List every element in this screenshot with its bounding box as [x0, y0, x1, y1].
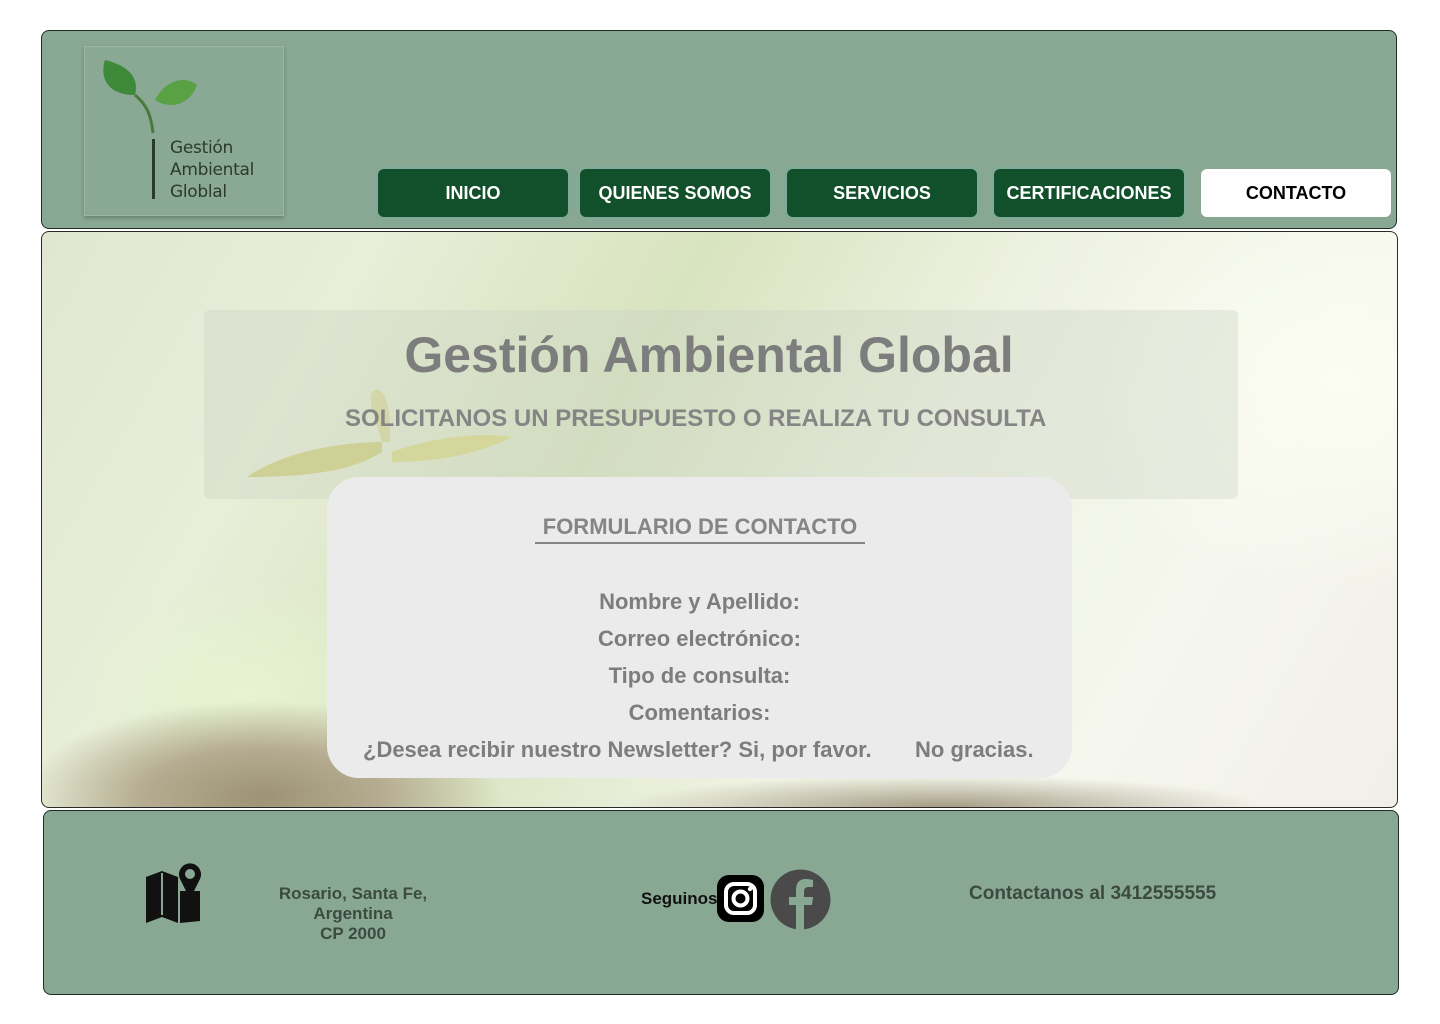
logo-bar — [152, 139, 155, 199]
follow-label: Seguinos — [641, 889, 718, 908]
facebook-icon[interactable] — [770, 869, 831, 930]
site-footer: Rosario, Santa Fe, Argentina CP 2000 Seg… — [43, 810, 1399, 995]
name-field-label[interactable]: Nombre y Apellido: — [327, 589, 1072, 615]
page-title: Gestión Ambiental Global — [404, 327, 1014, 383]
address-line: Rosario, Santa Fe, Argentina — [278, 884, 428, 923]
contact-phone: Contactanos al 3412555555 — [969, 883, 1217, 904]
nav-certificaciones-button[interactable]: CERTIFICACIONES — [994, 169, 1184, 217]
query-type-field-label[interactable]: Tipo de consulta: — [327, 663, 1072, 689]
logo-line: Globlal — [170, 182, 227, 202]
newsletter-question: ¿Desea recibir nuestro Newsletter? Si, p… — [363, 737, 872, 763]
comments-field-label[interactable]: Comentarios: — [327, 700, 1072, 726]
form-title: FORMULARIO DE CONTACTO — [535, 514, 865, 544]
newsletter-question-text: ¿Desea recibir nuestro Newsletter? — [363, 737, 733, 762]
logo[interactable]: Gestión Ambiental Globlal — [84, 46, 284, 216]
logo-line: Ambiental — [170, 160, 255, 180]
postal-code: CP 2000 — [320, 924, 386, 943]
logo-text: Gestión Ambiental Globlal — [170, 137, 254, 203]
newsletter-yes-option[interactable]: Si, por favor. — [738, 737, 871, 762]
page-subtitle: SOLICITANOS UN PRESUPUESTO O REALIZA TU … — [345, 405, 1047, 432]
map-pin-icon — [146, 863, 201, 923]
contact-form: FORMULARIO DE CONTACTO Nombre y Apellido… — [327, 477, 1072, 778]
nav-inicio-button[interactable]: INICIO — [378, 169, 568, 217]
site-header: Gestión Ambiental Globlal INICIO QUIENES… — [41, 30, 1397, 229]
nav-contacto-button[interactable]: CONTACTO — [1201, 169, 1391, 217]
address: Rosario, Santa Fe, Argentina CP 2000 — [244, 884, 462, 944]
instagram-icon[interactable] — [717, 875, 764, 922]
email-field-label[interactable]: Correo electrónico: — [327, 626, 1072, 652]
newsletter-no-option[interactable]: No gracias. — [915, 737, 1034, 763]
hero-section: Gestión Ambiental Global SOLICITANOS UN … — [41, 231, 1398, 808]
leaf-icon — [103, 60, 197, 134]
nav-servicios-button[interactable]: SERVICIOS — [787, 169, 977, 217]
logo-line: Gestión — [170, 138, 233, 158]
nav-quienes-somos-button[interactable]: QUIENES SOMOS — [580, 169, 770, 217]
